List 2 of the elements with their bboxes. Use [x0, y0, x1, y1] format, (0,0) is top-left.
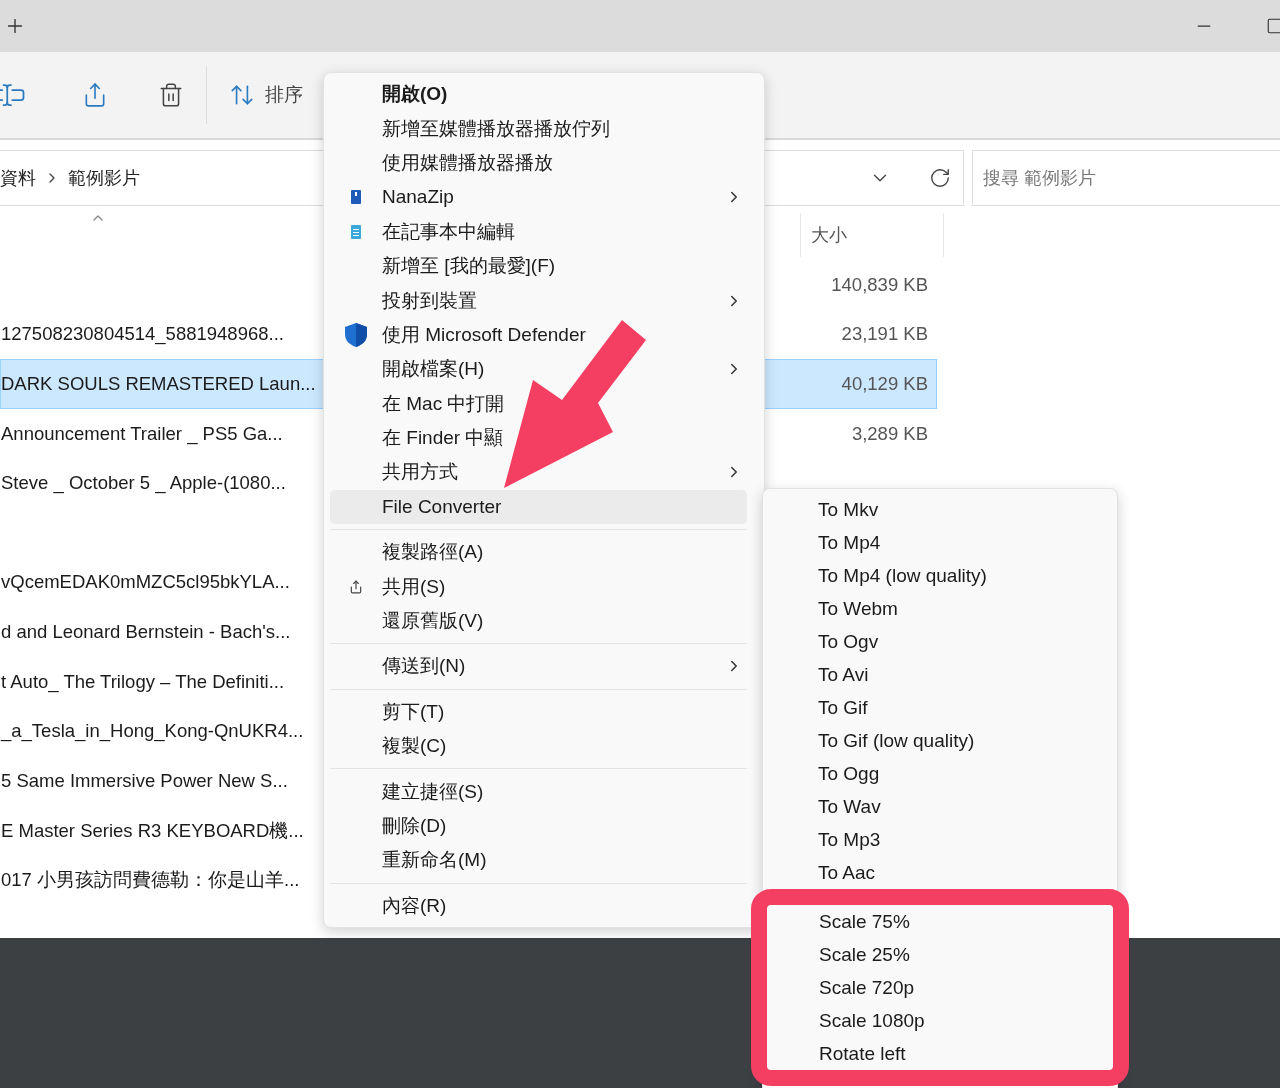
file-size: 40,129 KB	[841, 373, 929, 395]
file-name: DARK SOULS REMASTERED Laun...	[1, 373, 317, 395]
